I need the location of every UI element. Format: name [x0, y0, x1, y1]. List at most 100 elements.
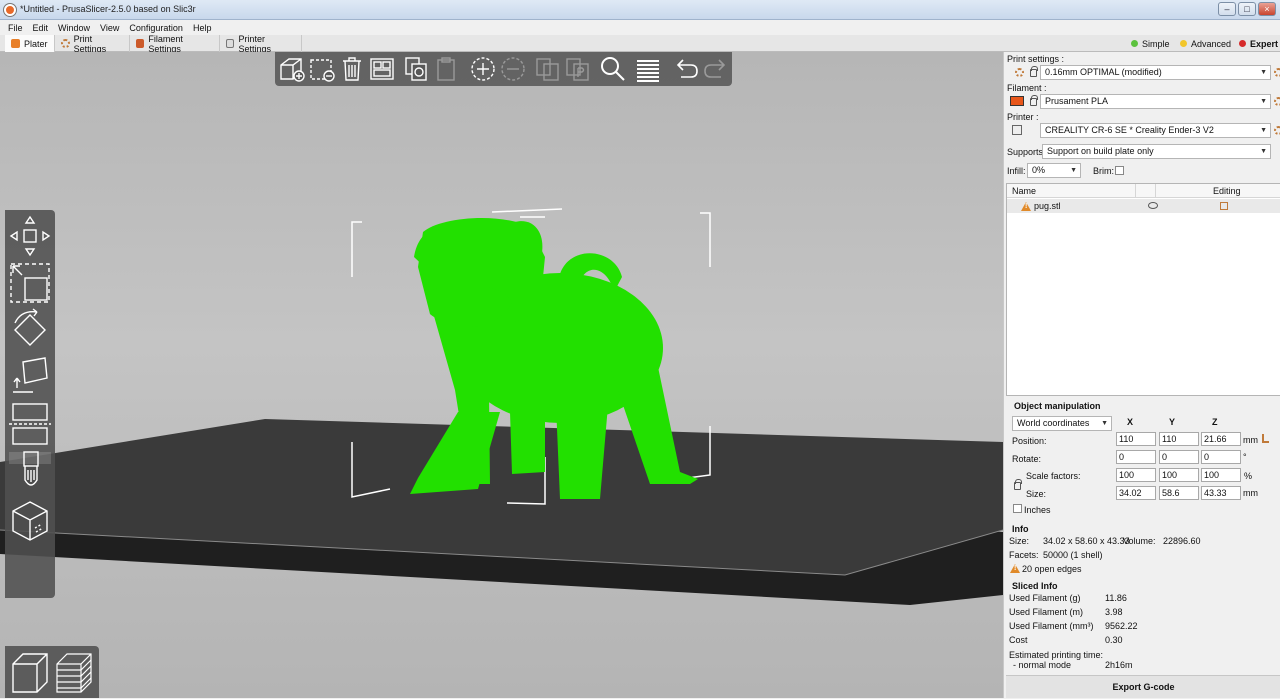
- supports-label: Supports:: [1007, 147, 1046, 157]
- printer-edit-icon[interactable]: [1274, 126, 1280, 135]
- mode-expert[interactable]: Expert: [1239, 35, 1278, 52]
- layers-editing-icon[interactable]: [633, 55, 663, 83]
- printer-settings-icon: [226, 39, 235, 48]
- add-icon[interactable]: [277, 55, 307, 83]
- tab-print-settings[interactable]: Print Settings: [55, 34, 130, 54]
- menu-edit[interactable]: Edit: [33, 23, 49, 33]
- supports-combo[interactable]: Support on build plate only ▼: [1042, 144, 1271, 159]
- print-settings-label: Print settings :: [1007, 54, 1065, 64]
- size-y-field[interactable]: 58.6: [1159, 486, 1199, 500]
- drop-to-bed-icon[interactable]: [1262, 434, 1269, 443]
- paint-supports-icon[interactable]: [9, 450, 51, 496]
- scale-icon[interactable]: [9, 262, 51, 304]
- mode-simple-label: Simple: [1142, 38, 1170, 49]
- edit-object-icon[interactable]: [1220, 202, 1228, 210]
- object-name: pug.stl: [1034, 201, 1061, 211]
- export-gcode-button[interactable]: Export G-code: [1006, 675, 1280, 698]
- tab-printer-settings[interactable]: Printer Settings: [220, 34, 302, 54]
- supports-value: Support on build plate only: [1047, 146, 1154, 156]
- dropdown-arrow-icon: ▼: [1260, 127, 1267, 134]
- object-row[interactable]: pug.stl: [1007, 199, 1280, 213]
- tab-filament-settings[interactable]: Filament Settings: [130, 33, 220, 54]
- filament-edit-icon[interactable]: [1274, 97, 1280, 106]
- add-instance-icon[interactable]: [468, 55, 498, 83]
- copy-icon[interactable]: [402, 55, 432, 83]
- printer-combo[interactable]: CREALITY CR-6 SE * Creality Ender-3 V2 ▼: [1040, 123, 1271, 138]
- size-label: Size:: [1026, 489, 1047, 499]
- paste-icon: [437, 57, 455, 81]
- column-name[interactable]: Name: [1012, 186, 1036, 196]
- filament-combo[interactable]: Prusament PLA ▼: [1040, 94, 1271, 109]
- position-y-field[interactable]: 110: [1159, 432, 1199, 446]
- move-icon[interactable]: [9, 214, 51, 258]
- cost-value: 0.30: [1105, 635, 1123, 645]
- place-on-face-icon[interactable]: [9, 356, 51, 398]
- maximize-button[interactable]: □: [1238, 2, 1256, 16]
- simple-mode-dot-icon: [1131, 40, 1138, 47]
- used-filament-g-label: Used Filament (g): [1009, 593, 1081, 603]
- menu-file[interactable]: File: [8, 23, 23, 33]
- rotate-icon[interactable]: [9, 308, 51, 352]
- rotate-unit: °: [1243, 452, 1247, 462]
- filament-label: Filament :: [1007, 83, 1047, 93]
- axis-y-label: Y: [1169, 417, 1176, 427]
- axis-z-label: Z: [1212, 417, 1218, 427]
- mode-advanced[interactable]: Advanced: [1180, 35, 1231, 52]
- size-z-field[interactable]: 43.33: [1201, 486, 1241, 500]
- position-x-field[interactable]: 110: [1116, 432, 1156, 446]
- seam-painting-icon[interactable]: [9, 498, 51, 544]
- print-settings-edit-icon[interactable]: [1274, 68, 1280, 77]
- 3d-view-icon[interactable]: [9, 650, 51, 696]
- scale-factors-label: Scale factors:: [1026, 471, 1081, 481]
- filament-color-swatch[interactable]: [1010, 96, 1024, 106]
- print-settings-icon: [61, 39, 70, 48]
- menu-view[interactable]: View: [100, 23, 119, 33]
- scale-y-field[interactable]: 100: [1159, 468, 1199, 482]
- position-z-field[interactable]: 21.66: [1201, 432, 1241, 446]
- redo-icon: [704, 59, 726, 78]
- info-volume-label: Volume:: [1123, 536, 1156, 546]
- split-to-parts-icon: [566, 58, 589, 81]
- print-settings-combo[interactable]: 0.16mm OPTIMAL (modified) ▼: [1040, 65, 1271, 80]
- menu-help[interactable]: Help: [193, 23, 212, 33]
- column-editing[interactable]: Editing: [1213, 186, 1241, 196]
- coordinate-system-combo[interactable]: World coordinates ▼: [1012, 416, 1112, 431]
- rotate-x-field[interactable]: 0: [1116, 450, 1156, 464]
- rotate-y-field[interactable]: 0: [1159, 450, 1199, 464]
- preview-layers-icon[interactable]: [53, 650, 95, 696]
- delete-selected-icon[interactable]: [307, 55, 337, 83]
- tab-plater[interactable]: Plater: [5, 35, 55, 52]
- used-filament-mm3-value: 9562.22: [1105, 621, 1138, 631]
- inches-checkbox[interactable]: [1013, 504, 1022, 513]
- close-button[interactable]: ×: [1258, 2, 1276, 16]
- arrange-icon[interactable]: [367, 55, 397, 83]
- search-icon[interactable]: [598, 55, 628, 83]
- menu-window[interactable]: Window: [58, 23, 90, 33]
- size-x-field[interactable]: 34.02: [1116, 486, 1156, 500]
- used-filament-m-label: Used Filament (m): [1009, 607, 1084, 617]
- tab-filament-settings-label: Filament Settings: [148, 33, 183, 54]
- cut-icon[interactable]: [9, 402, 51, 448]
- infill-combo[interactable]: 0% ▼: [1027, 163, 1081, 178]
- estimated-time-label: Estimated printing time:: [1009, 650, 1104, 660]
- rotate-z-field[interactable]: 0: [1201, 450, 1241, 464]
- title-bar: *Untitled - PrusaSlicer-2.5.0 based on S…: [0, 0, 1280, 20]
- minimize-button[interactable]: –: [1218, 2, 1236, 16]
- filament-settings-icon: [136, 39, 145, 48]
- 3d-scene[interactable]: [0, 52, 1003, 698]
- info-facets-value: 50000 (1 shell): [1043, 550, 1103, 560]
- 3d-viewport[interactable]: [0, 52, 1003, 698]
- info-size-label: Size:: [1009, 536, 1030, 546]
- normal-mode-label: - normal mode: [1013, 660, 1072, 670]
- scale-z-field[interactable]: 100: [1201, 468, 1241, 482]
- menu-configuration[interactable]: Configuration: [129, 23, 183, 33]
- object-list-header: Name Editing: [1007, 184, 1280, 198]
- brim-checkbox[interactable]: [1115, 166, 1124, 175]
- undo-icon[interactable]: [671, 55, 701, 83]
- scale-x-field[interactable]: 100: [1116, 468, 1156, 482]
- eye-icon[interactable]: [1148, 202, 1158, 209]
- uniform-scale-lock-icon[interactable]: [1014, 479, 1022, 490]
- delete-all-icon[interactable]: [337, 55, 367, 83]
- split-to-objects-icon: [536, 58, 559, 81]
- mode-simple[interactable]: Simple: [1131, 35, 1170, 52]
